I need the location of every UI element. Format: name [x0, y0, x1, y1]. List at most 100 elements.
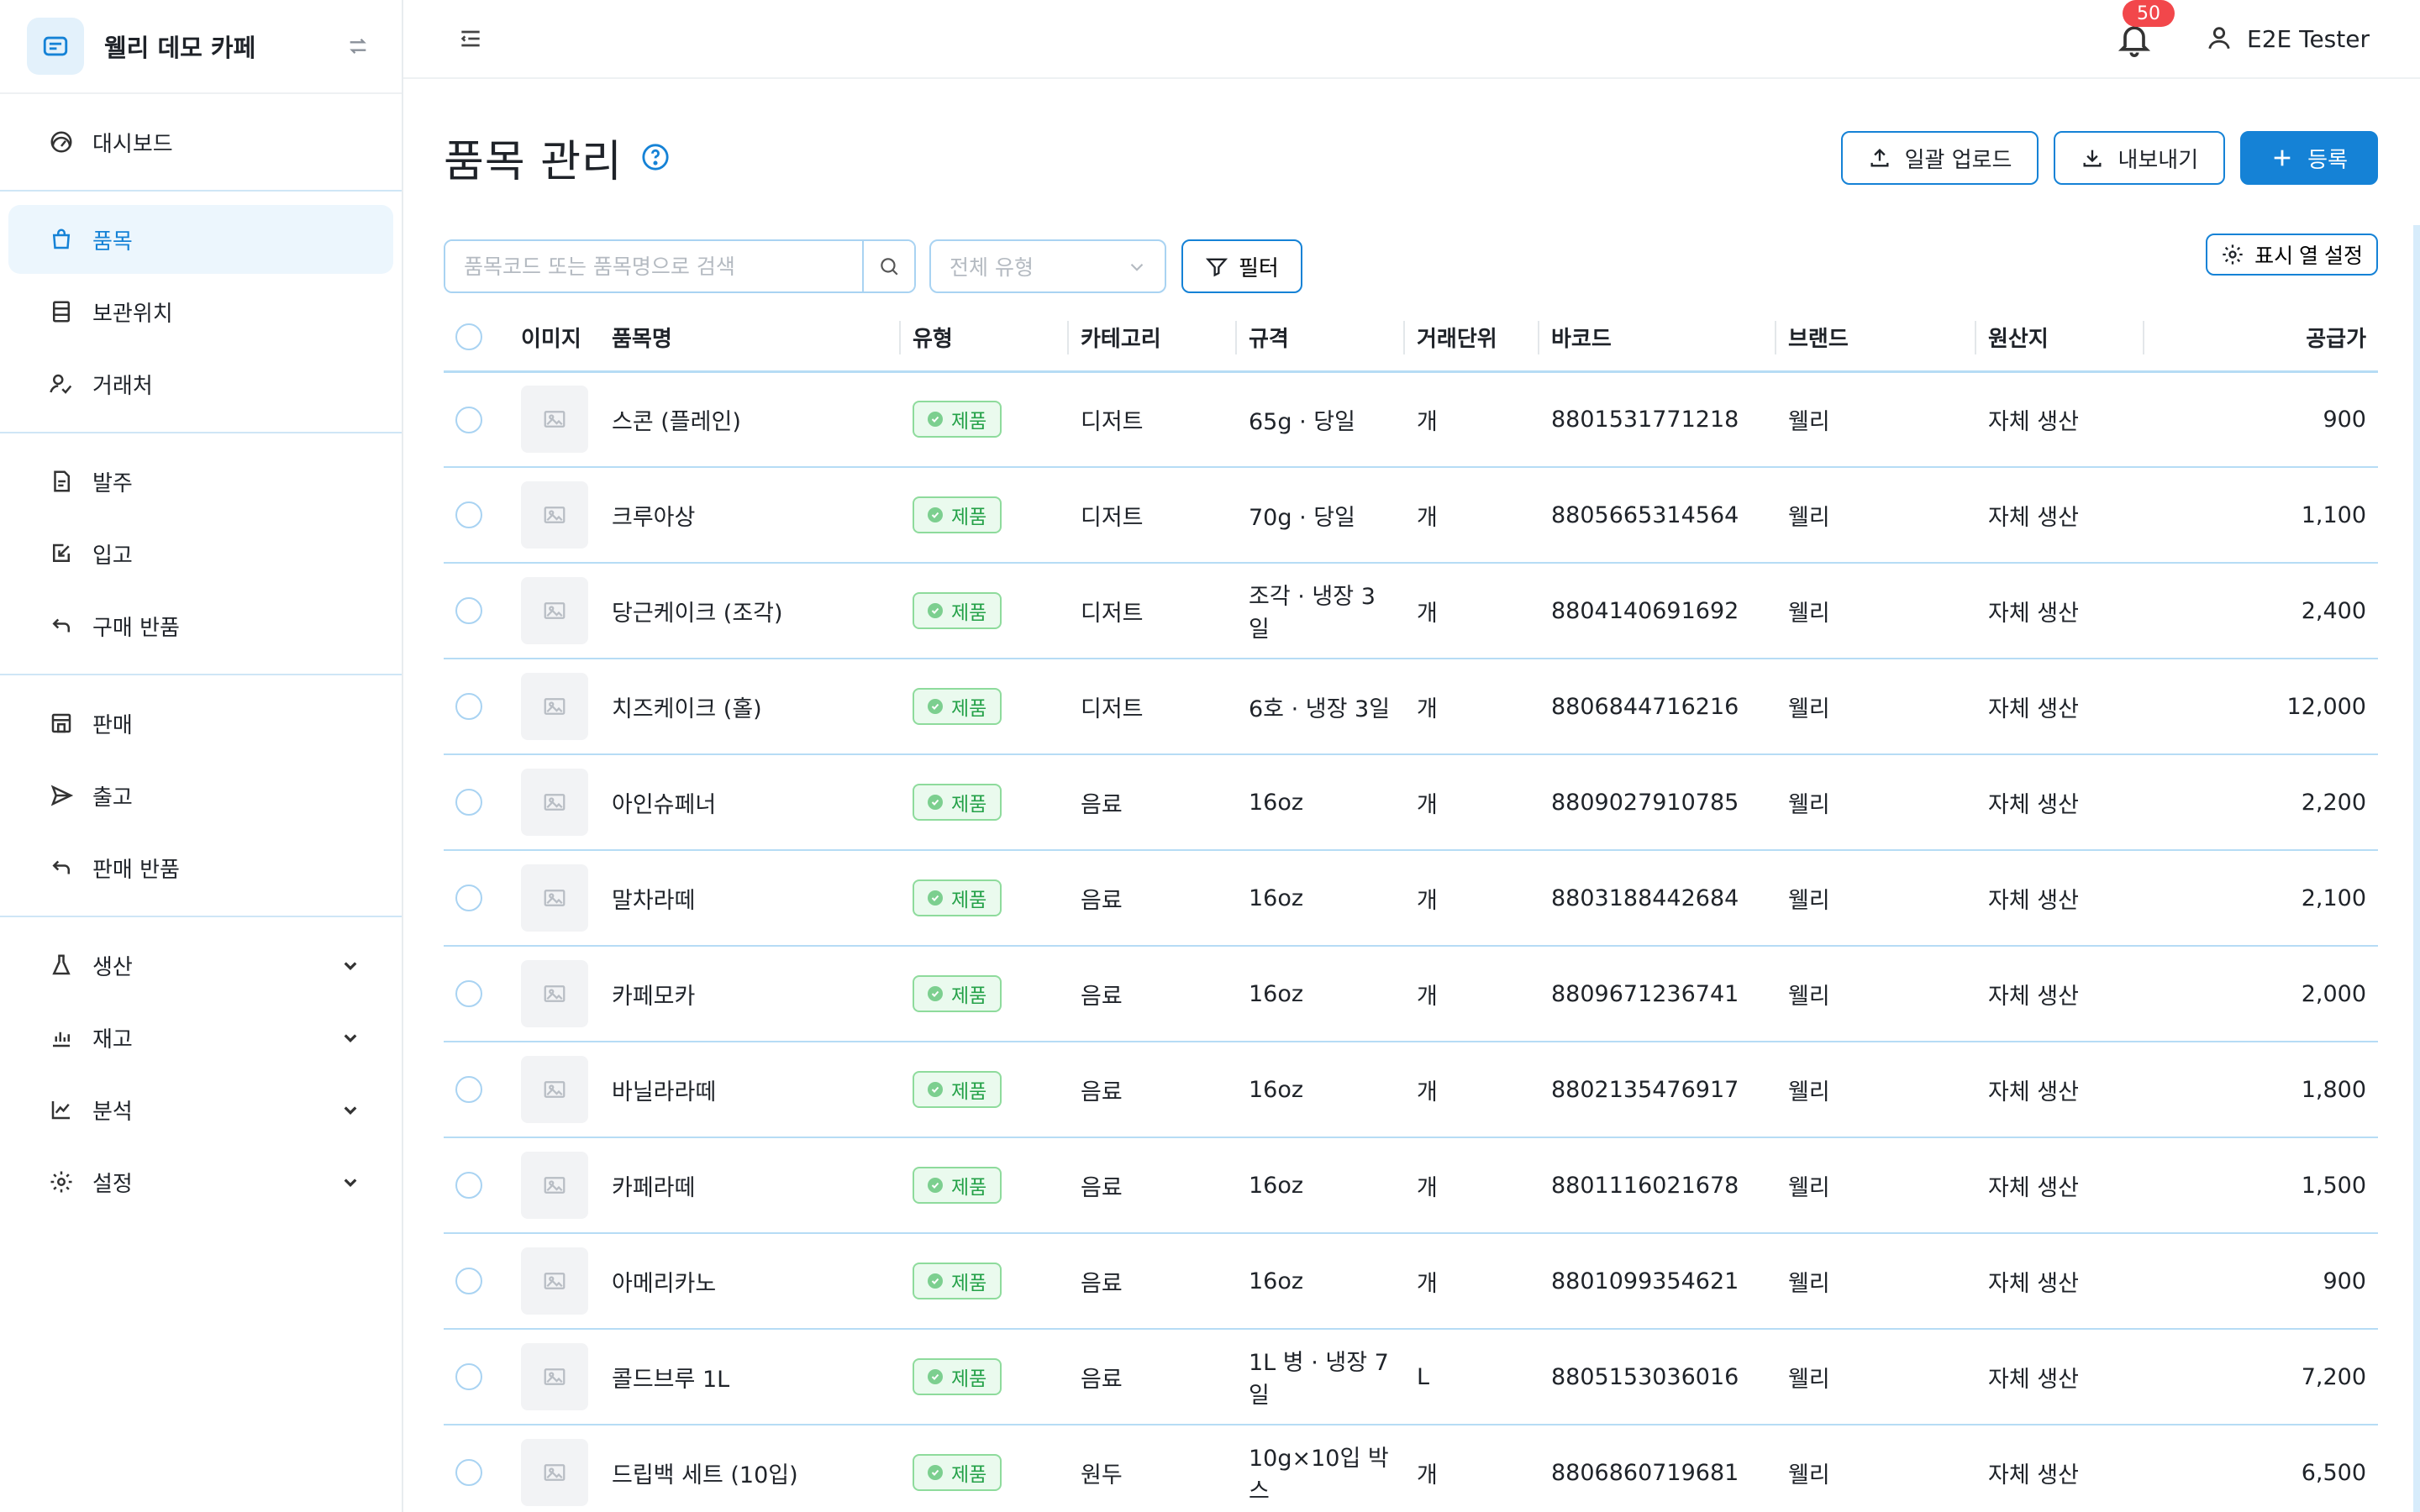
col-header-category[interactable]: 카테고리: [1069, 304, 1237, 373]
col-header-unit[interactable]: 거래단위: [1405, 304, 1539, 373]
item-name[interactable]: 아메리카노: [600, 1233, 901, 1330]
row-select-cell: [444, 1425, 509, 1512]
row-checkbox[interactable]: [455, 789, 482, 816]
topbar: 50 E2E Tester: [403, 0, 2420, 79]
type-cell: 제품: [901, 754, 1069, 851]
table-row[interactable]: 당근케이크 (조각) 제품 디저트 조각 · 냉장 3일 개 8804140691692 웰…: [444, 563, 2378, 659]
unit-cell: 개: [1405, 467, 1539, 564]
help-icon[interactable]: [641, 143, 670, 171]
select-all-checkbox[interactable]: [455, 323, 482, 351]
sidebar-item[interactable]: 판매 반품: [8, 833, 393, 902]
table-row[interactable]: 아메리카노 제품 음료 16oz 개 8801099354621 웰리 자체 생산 900: [444, 1233, 2378, 1330]
item-name[interactable]: 스콘 (플레인): [600, 371, 901, 468]
sidebar-nav: 대시보드품목 보관위치 거래처발주 입고 구매 반품판매 출고 판매 반품생산재고분석 설정: [0, 94, 402, 1230]
export-button[interactable]: 내보내기: [2054, 131, 2226, 185]
col-header-spec[interactable]: 규격: [1237, 304, 1405, 373]
item-name[interactable]: 말차라떼: [600, 850, 901, 947]
item-name[interactable]: 바닐라라떼: [600, 1042, 901, 1138]
table-row[interactable]: 드립백 세트 (10입) 제품 원두 10g×10입 박스 개 8806860719681…: [444, 1425, 2378, 1512]
sidebar-item[interactable]: 판매: [8, 689, 393, 758]
row-checkbox[interactable]: [455, 1268, 482, 1295]
type-badge: 제품: [913, 401, 1002, 438]
origin-cell: 자체 생산: [1976, 659, 2144, 755]
item-name[interactable]: 크루아상: [600, 467, 901, 564]
filter-button[interactable]: 필터: [1181, 239, 1302, 293]
row-checkbox[interactable]: [455, 1172, 482, 1200]
unit-cell: 개: [1405, 563, 1539, 659]
type-select[interactable]: 전체 유형: [929, 239, 1166, 293]
table-row[interactable]: 카페라떼 제품 음료 16oz 개 8801116021678 웰리 자체 생산 1,500: [444, 1137, 2378, 1234]
table-row[interactable]: 스콘 (플레인) 제품 디저트 65g · 당일 개 8801531771218 웰리 자체 …: [444, 371, 2378, 468]
sidebar-item[interactable]: 출고: [8, 761, 393, 830]
table-row[interactable]: 콜드브루 1L 제품 음료 1L 병 · 냉장 7일 L 8805153036016 웰리 자…: [444, 1329, 2378, 1425]
image-placeholder-icon: [521, 386, 588, 454]
row-checkbox[interactable]: [455, 980, 482, 1008]
sidebar-item[interactable]: 보관위치: [8, 277, 393, 346]
type-badge-label: 제품: [951, 602, 987, 624]
table-row[interactable]: 아인슈페너 제품 음료 16oz 개 8809027910785 웰리 자체 생산 2,200: [444, 754, 2378, 851]
item-name[interactable]: 카페모카: [600, 946, 901, 1042]
sidebar-item[interactable]: 분석: [8, 1075, 393, 1144]
col-header-price[interactable]: 공급가: [2144, 304, 2378, 373]
sidebar-item[interactable]: 대시보드: [8, 108, 393, 176]
register-button[interactable]: 등록: [2240, 131, 2378, 185]
table-row[interactable]: 카페모카 제품 음료 16oz 개 8809671236741 웰리 자체 생산 2,000: [444, 946, 2378, 1042]
table-row[interactable]: 말차라떼 제품 음료 16oz 개 8803188442684 웰리 자체 생산 2,100: [444, 850, 2378, 947]
row-checkbox[interactable]: [455, 501, 482, 529]
brand-cell: 웰리: [1776, 467, 1976, 564]
column-settings-button[interactable]: 표시 열 설정: [2206, 234, 2378, 276]
sidebar-item-label: 재고: [92, 1026, 133, 1053]
barcode-cell: 8805153036016: [1539, 1329, 1776, 1425]
item-name[interactable]: 아인슈페너: [600, 754, 901, 851]
col-header-barcode[interactable]: 바코드: [1539, 304, 1776, 373]
sidebar-item[interactable]: 품목: [8, 205, 393, 274]
sidebar-item[interactable]: 설정: [8, 1147, 393, 1216]
col-header-name[interactable]: 품목명: [600, 304, 901, 373]
sidebar-item[interactable]: 발주: [8, 447, 393, 516]
row-checkbox[interactable]: [455, 1459, 482, 1487]
type-badge: 제품: [913, 879, 1002, 916]
spec-cell: 16oz: [1237, 946, 1405, 1042]
sidebar-item[interactable]: 거래처: [8, 349, 393, 418]
spec-cell: 16oz: [1237, 754, 1405, 851]
sidebar-item[interactable]: 입고: [8, 519, 393, 588]
notification-bell-icon[interactable]: 50: [2114, 0, 2175, 59]
table-row[interactable]: 치즈케이크 (홀) 제품 디저트 6호 · 냉장 3일 개 8806844716216 웰리…: [444, 659, 2378, 755]
barcode-cell: 8803188442684: [1539, 850, 1776, 947]
sidebar-item[interactable]: 구매 반품: [8, 591, 393, 660]
col-header-type[interactable]: 유형: [901, 304, 1069, 373]
row-checkbox[interactable]: [455, 597, 482, 625]
menu-collapse-icon[interactable]: [454, 22, 487, 55]
col-header-brand[interactable]: 브랜드: [1776, 304, 1976, 373]
row-select-cell: [444, 563, 509, 659]
item-name[interactable]: 당근케이크 (조각): [600, 563, 901, 659]
user-menu[interactable]: E2E Tester: [2205, 24, 2370, 54]
table-row[interactable]: 바닐라라떼 제품 음료 16oz 개 8802135476917 웰리 자체 생산 1,800: [444, 1042, 2378, 1138]
item-name[interactable]: 콜드브루 1L: [600, 1329, 901, 1425]
search-input[interactable]: [445, 241, 862, 291]
sidebar-item[interactable]: 생산: [8, 931, 393, 1000]
switch-workspace-icon[interactable]: [341, 29, 375, 63]
row-checkbox[interactable]: [455, 693, 482, 721]
row-checkbox[interactable]: [455, 885, 482, 912]
item-name[interactable]: 치즈케이크 (홀): [600, 659, 901, 755]
row-checkbox[interactable]: [455, 1076, 482, 1104]
store-icon: [47, 709, 76, 738]
check-circle-icon: [928, 1082, 943, 1097]
table-row[interactable]: 크루아상 제품 디저트 70g · 당일 개 8805665314564 웰리 자체 생산 1,…: [444, 467, 2378, 564]
item-name[interactable]: 드립백 세트 (10입): [600, 1425, 901, 1512]
col-header-image[interactable]: 이미지: [509, 304, 600, 373]
send-icon: [47, 781, 76, 810]
price-cell: 900: [2144, 1233, 2378, 1330]
bulk-upload-button[interactable]: 일괄 업로드: [1840, 131, 2039, 185]
type-select-value: 전체 유형: [950, 255, 1034, 280]
main-content: 품목 관리 일괄 업로드 내보내기 등록 품목코드 또는 품목명으로 검색 전체…: [444, 79, 2378, 1512]
col-header-origin[interactable]: 원산지: [1976, 304, 2144, 373]
spec-cell: 6호 · 냉장 3일: [1237, 659, 1405, 755]
search-icon[interactable]: [862, 241, 914, 291]
row-checkbox[interactable]: [455, 1363, 482, 1391]
row-checkbox[interactable]: [455, 406, 482, 433]
sidebar-item[interactable]: 재고: [8, 1003, 393, 1072]
unit-cell: 개: [1405, 754, 1539, 851]
item-name[interactable]: 카페라떼: [600, 1137, 901, 1234]
